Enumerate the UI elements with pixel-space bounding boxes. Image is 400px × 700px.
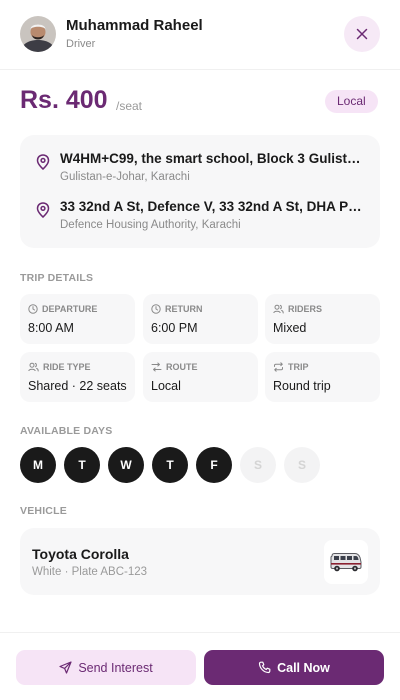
send-interest-label: Send Interest (78, 660, 153, 675)
detail-label: TRIP (288, 362, 309, 372)
day-sunday: S (284, 447, 320, 483)
repeat-icon (274, 362, 283, 372)
detail-label: DEPARTURE (42, 304, 98, 314)
detail-label: RIDE TYPE (43, 362, 91, 372)
users-icon (28, 362, 39, 372)
pickup-address: W4HM+C99, the smart school, Block 3 Guli… (60, 151, 365, 166)
vehicle-details: White · Plate ABC-123 (32, 566, 148, 578)
day-monday: M (20, 447, 56, 483)
dropoff-area: Defence Housing Authority, Karachi (60, 219, 241, 231)
pickup-area: Gulistan-e-Johar, Karachi (60, 171, 190, 183)
send-icon (59, 661, 72, 674)
detail-value: Mixed (273, 321, 307, 335)
day-friday: F (196, 447, 232, 483)
phone-icon (258, 661, 271, 674)
dropoff-location: 33 32nd A St, Defence V, 33 32nd A St, D… (20, 199, 380, 239)
driver-role: Driver (66, 38, 96, 50)
route-badge: Local (325, 90, 378, 113)
van-icon (330, 553, 362, 572)
detail-riders: RIDERS Mixed (265, 294, 380, 344)
trip-details-heading: TRIP DETAILS (20, 272, 94, 284)
vehicle-name: Toyota Corolla (32, 546, 129, 562)
detail-route: ROUTE Local (143, 352, 258, 402)
detail-value: 8:00 AM (28, 321, 74, 335)
detail-value: Round trip (273, 379, 331, 393)
detail-value: Local (151, 379, 181, 393)
dropoff-address: 33 32nd A St, Defence V, 33 32nd A St, D… (60, 199, 365, 214)
detail-label: ROUTE (166, 362, 198, 372)
avatar (20, 16, 56, 52)
call-now-button[interactable]: Call Now (204, 650, 384, 685)
route-locations-card: W4HM+C99, the smart school, Block 3 Guli… (20, 135, 380, 248)
driver-header: Muhammad Raheel Driver (0, 0, 400, 70)
send-interest-button[interactable]: Send Interest (16, 650, 196, 685)
seat-price: Rs. 400 (20, 86, 108, 114)
detail-return: RETURN 6:00 PM (143, 294, 258, 344)
location-pin-icon (36, 202, 50, 218)
vehicle-thumbnail (324, 540, 368, 584)
clock-icon (151, 304, 161, 314)
day-tuesday: T (64, 447, 100, 483)
detail-value: Shared · 22 seats (28, 379, 127, 393)
price-unit: /seat (116, 99, 143, 113)
day-wednesday: W (108, 447, 144, 483)
available-days-heading: AVAILABLE DAYS (20, 425, 113, 437)
action-footer: Send Interest Call Now (0, 632, 400, 700)
detail-label: RETURN (165, 304, 203, 314)
day-saturday: S (240, 447, 276, 483)
pickup-location: W4HM+C99, the smart school, Block 3 Guli… (20, 151, 380, 191)
detail-departure: DEPARTURE 8:00 AM (20, 294, 135, 344)
detail-label: RIDERS (288, 304, 323, 314)
driver-name: Muhammad Raheel (66, 17, 203, 34)
call-now-label: Call Now (277, 660, 330, 675)
vehicle-card: Toyota Corolla White · Plate ABC-123 (20, 528, 380, 595)
route-icon (151, 362, 162, 372)
detail-value: 6:00 PM (151, 321, 198, 335)
day-thursday: T (152, 447, 188, 483)
detail-trip: TRIP Round trip (265, 352, 380, 402)
location-pin-icon (36, 154, 50, 170)
close-button[interactable] (344, 16, 380, 52)
detail-ride-type: RIDE TYPE Shared · 22 seats (20, 352, 135, 402)
users-icon (273, 304, 284, 314)
vehicle-heading: VEHICLE (20, 505, 67, 517)
close-icon (356, 28, 368, 40)
clock-icon (28, 304, 38, 314)
